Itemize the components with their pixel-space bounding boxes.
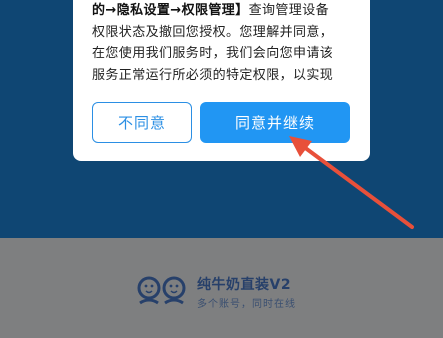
app-brand: 纯牛奶直装V2 多个账号，同时在线 [137, 271, 337, 311]
app-title: 纯牛奶直装V2 [197, 277, 292, 293]
app-subtitle: 多个账号，同时在线 [197, 299, 296, 310]
double-face-logo-icon [137, 276, 186, 305]
